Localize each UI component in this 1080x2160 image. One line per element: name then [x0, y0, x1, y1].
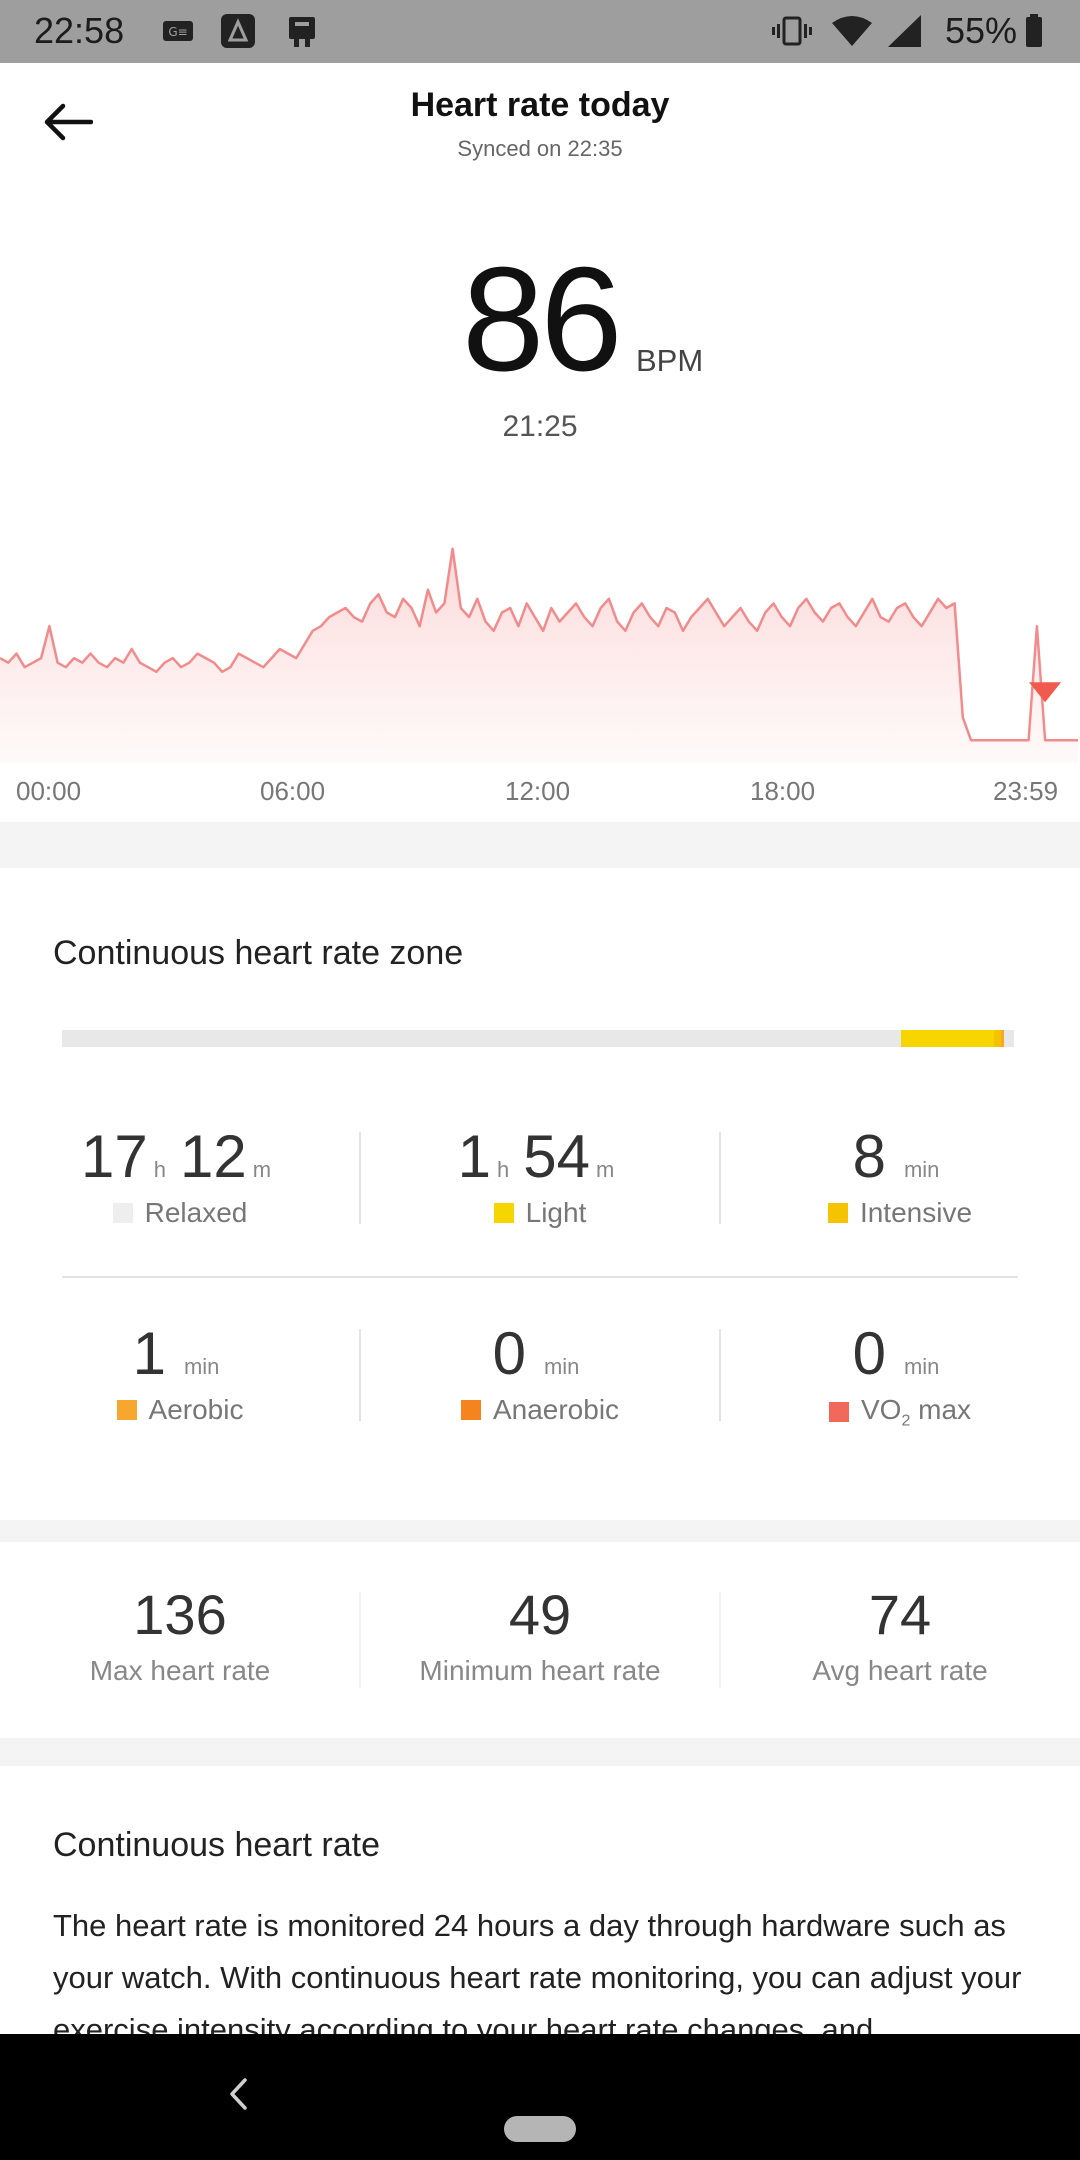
- minutes-value: 12: [179, 1123, 247, 1190]
- heart-rate-chart[interactable]: [0, 505, 1080, 765]
- section-divider: [0, 1738, 1080, 1766]
- anaerobic-swatch: [460, 1400, 481, 1420]
- minutes-value: 8: [852, 1123, 886, 1190]
- info-section-title: Continuous heart rate: [53, 1826, 380, 1864]
- minutes-unit: min: [903, 1157, 940, 1182]
- chart-x-axis: 00:00 06:00 12:00 18:00 23:59: [0, 776, 1080, 816]
- zone-stat-vo2max: 0 min VO2 max: [720, 1319, 1080, 1430]
- x-tick-label: 12:00: [505, 776, 571, 806]
- page-title: Heart rate today: [410, 86, 670, 124]
- hours-value: 17: [80, 1123, 148, 1190]
- zone-distribution-bar: [62, 1030, 1014, 1047]
- notification-ge-icon: G≡: [160, 13, 196, 49]
- avg-heart-rate: 74 Avg heart rate: [720, 1582, 1080, 1687]
- avg-heart-rate-label: Avg heart rate: [812, 1655, 988, 1686]
- bpm-unit: BPM: [636, 343, 704, 378]
- heart-rate-area: [0, 548, 1078, 763]
- info-description: The heart rate is monitored 24 hours a d…: [53, 1908, 1022, 2047]
- zone-section-title: Continuous heart rate zone: [53, 934, 464, 972]
- min-heart-rate: 49 Minimum heart rate: [360, 1582, 720, 1687]
- avg-heart-rate-value: 74: [868, 1583, 932, 1646]
- section-divider: [0, 1520, 1080, 1542]
- svg-text:G≡: G≡: [168, 25, 187, 39]
- bpm-value: 86: [462, 237, 623, 402]
- minutes-unit: m: [252, 1157, 272, 1182]
- light-swatch: [493, 1203, 514, 1223]
- zone-label: Relaxed: [144, 1197, 248, 1228]
- section-divider: [0, 822, 1080, 868]
- zone-label: Anaerobic: [492, 1394, 620, 1425]
- zone-label: Intensive: [859, 1197, 973, 1228]
- minutes-unit: min: [183, 1354, 220, 1379]
- zone-bar-segment-relaxed: [62, 1030, 901, 1047]
- zone-stat-relaxed: 17 h 12 m Relaxed: [0, 1122, 360, 1232]
- battery-icon: [1024, 13, 1044, 49]
- minutes-unit: m: [596, 1157, 615, 1182]
- status-time: 22:58: [34, 10, 125, 51]
- sync-status: Synced on 22:35: [457, 136, 623, 161]
- zone-label: VO2 max: [860, 1394, 972, 1430]
- vibrate-icon: [770, 13, 814, 49]
- zone-bar-segment-aerobic: [1000, 1030, 1005, 1047]
- signal-icon: [884, 13, 924, 49]
- zone-stat-intensive: 8 min Intensive: [720, 1122, 1080, 1232]
- zone-stat-anaerobic: 0 min Anaerobic: [360, 1319, 720, 1429]
- x-tick-label: 18:00: [750, 776, 816, 806]
- zone-bar-segment-light: [900, 1030, 994, 1047]
- minutes-value: 54: [523, 1123, 591, 1190]
- x-tick-label: 06:00: [260, 776, 326, 806]
- zone-bar-segment-intensive: [994, 1030, 1001, 1047]
- zone-label: Light: [525, 1197, 587, 1228]
- row-divider: [62, 1276, 1018, 1278]
- minutes-value: 0: [852, 1320, 886, 1387]
- min-heart-rate-label: Minimum heart rate: [419, 1655, 661, 1686]
- wifi-icon: [830, 13, 874, 49]
- zone-label: Aerobic: [148, 1394, 244, 1425]
- nav-back-button[interactable]: [218, 2074, 258, 2118]
- status-bar: 22:58 G≡ 55%: [0, 0, 1080, 63]
- battery-percent: 55%: [945, 10, 1018, 51]
- min-heart-rate-value: 49: [508, 1583, 572, 1646]
- minutes-value: 0: [492, 1320, 526, 1387]
- aerobic-swatch: [116, 1400, 137, 1420]
- reading-time: 21:25: [502, 410, 578, 443]
- x-tick-label: 23:59: [993, 776, 1059, 806]
- navigation-bar: [0, 2034, 1080, 2160]
- home-pill-button[interactable]: [504, 2116, 576, 2142]
- relaxed-swatch: [112, 1203, 133, 1223]
- x-tick-label: 00:00: [16, 776, 82, 806]
- notification-device-icon: [282, 13, 322, 49]
- hours-unit: h: [497, 1157, 510, 1182]
- max-heart-rate: 136 Max heart rate: [0, 1582, 360, 1687]
- max-heart-rate-label: Max heart rate: [89, 1655, 271, 1686]
- hours-value: 1: [457, 1123, 492, 1190]
- intensive-swatch: [827, 1203, 848, 1223]
- minutes-value: 1: [132, 1320, 166, 1387]
- zone-stat-aerobic: 1 min Aerobic: [0, 1319, 360, 1429]
- notification-app-icon: [218, 13, 258, 49]
- vo2max-swatch: [828, 1402, 849, 1423]
- max-heart-rate-value: 136: [133, 1583, 227, 1646]
- current-reading: 86 BPM: [0, 240, 1080, 400]
- zone-stat-light: 1 h 54 m Light: [360, 1122, 720, 1232]
- minutes-unit: min: [903, 1354, 940, 1379]
- hours-unit: h: [153, 1157, 166, 1182]
- chevron-left-icon: [227, 2077, 249, 2116]
- minutes-unit: min: [543, 1354, 580, 1379]
